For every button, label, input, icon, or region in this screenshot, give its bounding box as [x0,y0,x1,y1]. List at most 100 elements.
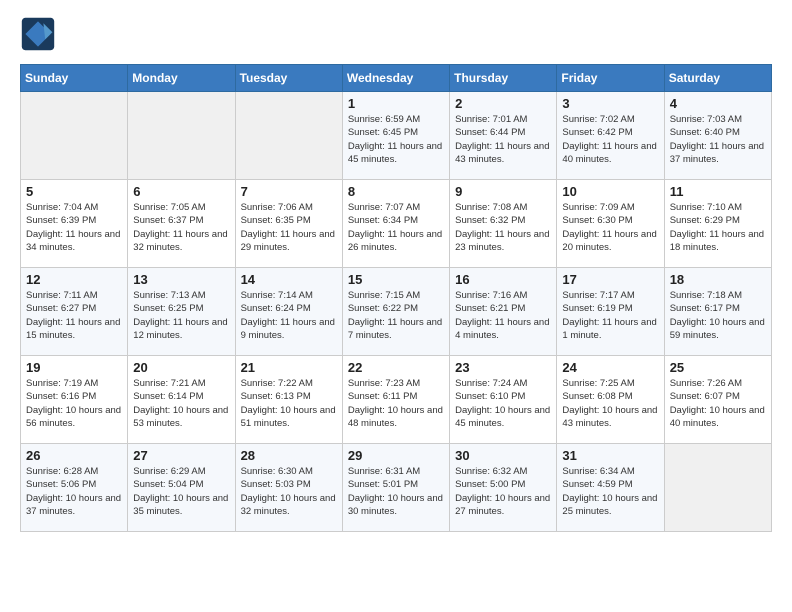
day-cell: 10Sunrise: 7:09 AM Sunset: 6:30 PM Dayli… [557,180,664,268]
day-info: Sunrise: 6:59 AM Sunset: 6:45 PM Dayligh… [348,113,444,166]
day-number: 23 [455,360,551,375]
day-info: Sunrise: 7:05 AM Sunset: 6:37 PM Dayligh… [133,201,229,254]
day-info: Sunrise: 7:09 AM Sunset: 6:30 PM Dayligh… [562,201,658,254]
day-cell: 13 Sunrise: 7:13 AM Sunset: 6:25 PM Dayli… [128,268,235,356]
header-saturday: Saturday [664,65,771,92]
day-info: Sunrise: 7:18 AM Sunset: 6:17 PM Dayligh… [670,289,766,342]
day-number: 30 [455,448,551,463]
day-cell: 23 Sunrise: 7:24 AM Sunset: 6:10 PM Dayli… [450,356,557,444]
header-tuesday: Tuesday [235,65,342,92]
day-info: Sunrise: 6:30 AM Sunset: 5:03 PM Dayligh… [241,465,337,518]
day-number: 7 [241,184,337,199]
day-info: Sunrise: 7:15 AM Sunset: 6:22 PM Dayligh… [348,289,444,342]
day-number: 9 [455,184,551,199]
week-row-1: 1 Sunrise: 6:59 AM Sunset: 6:45 PM Daylig… [21,92,772,180]
day-cell: 27 Sunrise: 6:29 AM Sunset: 5:04 PM Dayli… [128,444,235,532]
day-cell: 16 Sunrise: 7:16 AM Sunset: 6:21 PM Dayli… [450,268,557,356]
day-number: 5 [26,184,122,199]
day-cell: 11 Sunrise: 7:10 AM Sunset: 6:29 PM Dayli… [664,180,771,268]
day-info: Sunrise: 7:22 AM Sunset: 6:13 PM Dayligh… [241,377,337,430]
day-cell: 3 Sunrise: 7:02 AM Sunset: 6:42 PM Daylig… [557,92,664,180]
day-number: 27 [133,448,229,463]
day-cell: 1 Sunrise: 6:59 AM Sunset: 6:45 PM Daylig… [342,92,449,180]
day-cell [128,92,235,180]
day-cell [21,92,128,180]
day-cell [235,92,342,180]
day-number: 13 [133,272,229,287]
day-cell [664,444,771,532]
day-info: Sunrise: 7:21 AM Sunset: 6:14 PM Dayligh… [133,377,229,430]
day-number: 2 [455,96,551,111]
day-info: Sunrise: 6:34 AM Sunset: 4:59 PM Dayligh… [562,465,658,518]
logo [20,16,60,52]
day-cell: 26Sunrise: 6:28 AM Sunset: 5:06 PM Dayli… [21,444,128,532]
day-number: 28 [241,448,337,463]
day-number: 20 [133,360,229,375]
day-info: Sunrise: 7:08 AM Sunset: 6:32 PM Dayligh… [455,201,551,254]
day-number: 6 [133,184,229,199]
week-row-5: 26Sunrise: 6:28 AM Sunset: 5:06 PM Dayli… [21,444,772,532]
day-number: 15 [348,272,444,287]
day-cell: 12 Sunrise: 7:11 AM Sunset: 6:27 PM Dayli… [21,268,128,356]
day-cell: 30 Sunrise: 6:32 AM Sunset: 5:00 PM Dayli… [450,444,557,532]
day-info: Sunrise: 7:04 AM Sunset: 6:39 PM Dayligh… [26,201,122,254]
day-info: Sunrise: 7:14 AM Sunset: 6:24 PM Dayligh… [241,289,337,342]
day-info: Sunrise: 6:31 AM Sunset: 5:01 PM Dayligh… [348,465,444,518]
day-number: 22 [348,360,444,375]
day-cell: 21Sunrise: 7:22 AM Sunset: 6:13 PM Dayli… [235,356,342,444]
header-wednesday: Wednesday [342,65,449,92]
day-cell: 31 Sunrise: 6:34 AM Sunset: 4:59 PM Dayli… [557,444,664,532]
header-sunday: Sunday [21,65,128,92]
day-cell: 4Sunrise: 7:03 AM Sunset: 6:40 PM Daylig… [664,92,771,180]
day-cell: 28 Sunrise: 6:30 AM Sunset: 5:03 PM Dayli… [235,444,342,532]
week-row-3: 12 Sunrise: 7:11 AM Sunset: 6:27 PM Dayli… [21,268,772,356]
day-cell: 24 Sunrise: 7:25 AM Sunset: 6:08 PM Dayli… [557,356,664,444]
day-cell: 18 Sunrise: 7:18 AM Sunset: 6:17 PM Dayli… [664,268,771,356]
day-info: Sunrise: 7:11 AM Sunset: 6:27 PM Dayligh… [26,289,122,342]
day-number: 25 [670,360,766,375]
day-cell: 9 Sunrise: 7:08 AM Sunset: 6:32 PM Daylig… [450,180,557,268]
day-info: Sunrise: 7:07 AM Sunset: 6:34 PM Dayligh… [348,201,444,254]
day-number: 18 [670,272,766,287]
day-info: Sunrise: 7:01 AM Sunset: 6:44 PM Dayligh… [455,113,551,166]
day-cell: 2 Sunrise: 7:01 AM Sunset: 6:44 PM Daylig… [450,92,557,180]
day-number: 29 [348,448,444,463]
day-cell: 14 Sunrise: 7:14 AM Sunset: 6:24 PM Dayli… [235,268,342,356]
header-friday: Friday [557,65,664,92]
day-info: Sunrise: 7:16 AM Sunset: 6:21 PM Dayligh… [455,289,551,342]
day-number: 3 [562,96,658,111]
day-info: Sunrise: 7:02 AM Sunset: 6:42 PM Dayligh… [562,113,658,166]
day-cell: 19 Sunrise: 7:19 AM Sunset: 6:16 PM Dayli… [21,356,128,444]
day-info: Sunrise: 7:25 AM Sunset: 6:08 PM Dayligh… [562,377,658,430]
page-header [20,16,772,52]
day-cell: 29 Sunrise: 6:31 AM Sunset: 5:01 PM Dayli… [342,444,449,532]
day-info: Sunrise: 7:19 AM Sunset: 6:16 PM Dayligh… [26,377,122,430]
day-info: Sunrise: 6:32 AM Sunset: 5:00 PM Dayligh… [455,465,551,518]
day-info: Sunrise: 7:06 AM Sunset: 6:35 PM Dayligh… [241,201,337,254]
day-number: 14 [241,272,337,287]
header-thursday: Thursday [450,65,557,92]
day-info: Sunrise: 7:13 AM Sunset: 6:25 PM Dayligh… [133,289,229,342]
day-cell: 15 Sunrise: 7:15 AM Sunset: 6:22 PM Dayli… [342,268,449,356]
day-number: 11 [670,184,766,199]
day-number: 12 [26,272,122,287]
day-number: 1 [348,96,444,111]
week-row-4: 19 Sunrise: 7:19 AM Sunset: 6:16 PM Dayli… [21,356,772,444]
logo-icon [20,16,56,52]
day-info: Sunrise: 7:23 AM Sunset: 6:11 PM Dayligh… [348,377,444,430]
day-cell: 22 Sunrise: 7:23 AM Sunset: 6:11 PM Dayli… [342,356,449,444]
day-cell: 8Sunrise: 7:07 AM Sunset: 6:34 PM Daylig… [342,180,449,268]
day-number: 16 [455,272,551,287]
day-info: Sunrise: 7:26 AM Sunset: 6:07 PM Dayligh… [670,377,766,430]
day-info: Sunrise: 6:29 AM Sunset: 5:04 PM Dayligh… [133,465,229,518]
day-number: 17 [562,272,658,287]
day-info: Sunrise: 7:10 AM Sunset: 6:29 PM Dayligh… [670,201,766,254]
day-cell: 7 Sunrise: 7:06 AM Sunset: 6:35 PM Daylig… [235,180,342,268]
day-number: 24 [562,360,658,375]
day-info: Sunrise: 7:24 AM Sunset: 6:10 PM Dayligh… [455,377,551,430]
day-number: 4 [670,96,766,111]
day-number: 31 [562,448,658,463]
week-row-2: 5 Sunrise: 7:04 AM Sunset: 6:39 PM Daylig… [21,180,772,268]
day-number: 19 [26,360,122,375]
day-cell: 20 Sunrise: 7:21 AM Sunset: 6:14 PM Dayli… [128,356,235,444]
